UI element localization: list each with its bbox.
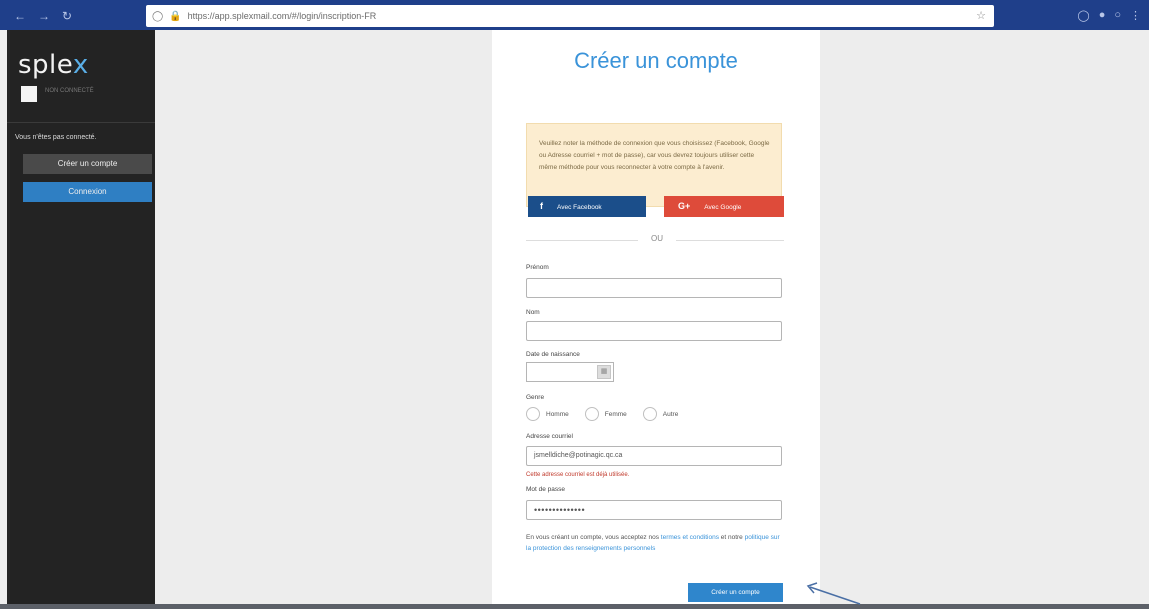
first-name-label: Prénom (526, 264, 549, 271)
facebook-icon: f (540, 201, 543, 211)
calendar-icon[interactable]: ▦ (597, 365, 611, 379)
browser-toolbar: ← → ↻ ◯ 🔒 https://app.splexmail.com/#/lo… (0, 0, 1149, 30)
email-label: Adresse courriel (526, 433, 573, 440)
extension-icon[interactable]: ● (1099, 9, 1106, 22)
bookmark-star-icon[interactable]: ☆ (976, 9, 986, 22)
email-error-message: Cette adresse courriel est déjà utilisée… (526, 472, 630, 478)
password-input[interactable]: •••••••••••••• (526, 500, 782, 520)
reload-icon[interactable]: ↻ (62, 9, 72, 23)
sync-icon[interactable]: ○ (1114, 9, 1121, 22)
gender-option-homme[interactable]: Homme (526, 407, 569, 421)
page-title: Créer un compte (574, 48, 738, 73)
facebook-signup-button[interactable]: f Avec Facebook (528, 196, 646, 217)
google-signup-button[interactable]: G+ Avec Google (664, 196, 784, 217)
terms-mid: et notre (718, 534, 745, 541)
gender-option-autre[interactable]: Autre (642, 407, 679, 421)
pointer-arrow-icon (806, 582, 861, 605)
menu-icon[interactable]: ⋮ (1130, 9, 1141, 22)
back-icon[interactable]: ← (14, 9, 26, 23)
or-separator: OU (651, 234, 663, 243)
sidebar-create-account-button[interactable]: Créer un compte (23, 154, 152, 174)
browser-nav: ← → ↻ (14, 9, 72, 23)
gender-option-femme[interactable]: Femme (584, 407, 627, 421)
password-label: Mot de passe (526, 486, 566, 493)
login-status: Vous n'êtes pas connecté. (15, 134, 97, 141)
shield-icon: ◯ (152, 10, 164, 22)
sidebar-login-button[interactable]: Connexion (23, 182, 152, 202)
gender-label: Genre (526, 394, 545, 401)
sidebar-divider (7, 122, 155, 123)
taskbar-strip (0, 604, 1149, 609)
radio-autre[interactable] (642, 407, 657, 421)
sidebar: splex NON CONNECTÉ Vous n'êtes pas conne… (7, 30, 155, 609)
address-bar[interactable]: ◯ 🔒 https://app.splexmail.com/#/login/in… (146, 5, 994, 27)
or-divider-left (526, 240, 638, 241)
radio-homme[interactable] (526, 407, 540, 421)
terms-conditions-link[interactable]: termes et conditions (661, 534, 719, 541)
facebook-button-label: Avec Facebook (557, 204, 602, 211)
google-plus-icon: G+ (678, 201, 691, 211)
avatar-label: NON CONNECTÉ (45, 88, 94, 94)
radio-femme[interactable] (584, 407, 599, 421)
birthdate-label: Date de naissance (526, 351, 580, 358)
splex-logo[interactable]: splex (18, 50, 89, 80)
lock-icon: 🔒 (169, 10, 182, 22)
terms-prefix: En vous créant un compte, vous acceptez … (526, 534, 661, 541)
logo-accent: x (72, 50, 89, 80)
first-name-input[interactable] (526, 278, 782, 298)
forward-icon[interactable]: → (38, 9, 50, 23)
email-input[interactable]: jsmelldiche@potinagic.qc.ca (526, 446, 782, 466)
gender-option-label: Autre (662, 410, 679, 418)
logo-text: sple (18, 50, 73, 80)
gender-option-label: Femme (604, 410, 627, 418)
last-name-input[interactable] (526, 321, 782, 341)
avatar (21, 86, 37, 102)
browser-extensions: ◯ ● ○ ⋮ (1077, 9, 1141, 22)
gender-radio-group: Homme Femme Autre (526, 407, 688, 421)
url-text: https://app.splexmail.com/#/login/inscri… (187, 11, 377, 21)
shield-icon[interactable]: ◯ (1077, 9, 1089, 22)
signup-panel: Créer un compte Veuillez noter la méthod… (492, 30, 820, 604)
birthdate-input[interactable]: ▦ (526, 362, 614, 382)
gender-option-label: Homme (546, 410, 569, 418)
terms-text: En vous créant un compte, vous acceptez … (526, 532, 784, 554)
google-button-label: Avec Google (704, 204, 742, 211)
create-account-submit-button[interactable]: Créer un compte (688, 583, 783, 602)
last-name-label: Nom (526, 309, 540, 316)
or-divider-right (676, 240, 784, 241)
login-method-notice: Veuillez noter la méthode de connexion q… (526, 123, 782, 207)
